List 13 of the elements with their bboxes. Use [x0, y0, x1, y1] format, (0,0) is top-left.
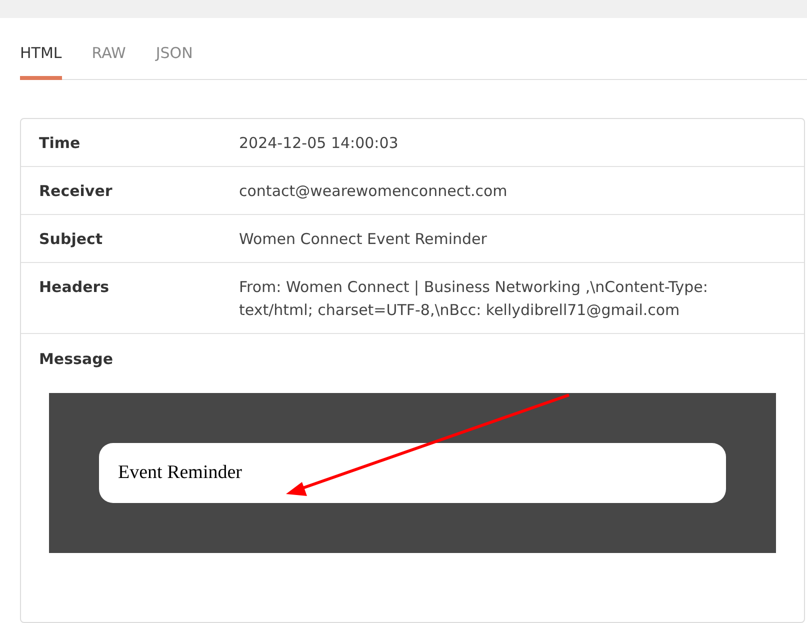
field-value: Women Connect Event Reminder — [239, 229, 488, 250]
tab[interactable]: RAW — [92, 44, 126, 80]
field-label: Headers — [39, 277, 110, 298]
field-value: contact@wearewomenconnect.com — [239, 181, 508, 202]
field-label: Subject — [39, 229, 104, 250]
preview-heading: Event Reminder — [118, 462, 242, 484]
field-label: Receiver — [39, 181, 114, 202]
field-value: From: Women Connect | Business Networking ,\nContent-Type: text/html; charset=UTF-8,\nBcc: kellydibrell71@gmail.com — [239, 277, 709, 321]
tab[interactable]: HTML — [20, 44, 62, 80]
field-label: Time — [39, 133, 82, 154]
tab[interactable]: JSON — [156, 44, 193, 80]
field-value: 2024-12-05 14:00:03 — [239, 133, 400, 154]
field-label: Message — [39, 350, 113, 368]
